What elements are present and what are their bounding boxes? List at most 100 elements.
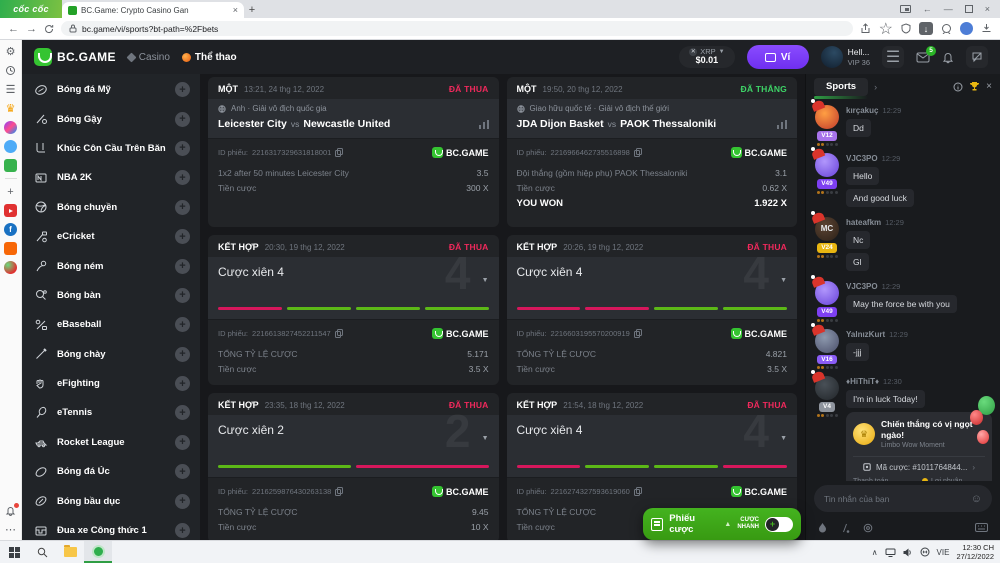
taskbar-search-icon[interactable] [28,541,56,563]
file-explorer-icon[interactable] [56,541,84,563]
sidebar-item[interactable]: eCricket + [34,222,190,251]
tab-close-icon[interactable]: × [233,5,238,15]
sidebar-item[interactable]: Bóng bầu dục + [34,486,190,515]
forward-button[interactable]: → [26,23,37,35]
restore-arrow-icon[interactable]: ← [923,4,932,14]
crown-icon[interactable]: ♛ [4,102,17,115]
expand-plus-icon[interactable]: + [175,464,190,479]
bcgame-logo[interactable]: BC.GAME [34,48,116,66]
language-indicator[interactable]: VIE [937,548,950,557]
quick-bet-toggle[interactable]: + [765,517,793,532]
volume-icon[interactable] [903,548,913,557]
expand-plus-icon[interactable]: + [175,494,190,509]
avatar[interactable] [815,329,839,353]
network-icon[interactable] [885,548,896,557]
game-center-icon[interactable] [4,159,17,172]
copy-icon[interactable] [634,329,642,338]
chevron-right-icon[interactable]: › [874,82,877,92]
combo-header[interactable]: Cược xiên 4 4 ▼ [507,257,798,303]
bet-code-link[interactable]: Mã cược: #1011764844... › [853,456,985,472]
history-icon[interactable] [4,64,17,77]
chat-username[interactable]: ♦HiThiT♦12:30 [846,377,992,386]
mail-button[interactable]: 5 [916,52,930,63]
browser-tab[interactable]: BC.Game: Crypto Casino Gan × [62,2,244,18]
info-icon[interactable] [953,82,963,92]
sidebar-item[interactable]: eTennis + [34,398,190,427]
expand-plus-icon[interactable]: + [175,259,190,274]
chat-channel-tab[interactable]: Sports [814,78,868,96]
chat-username[interactable]: hateafkm12:29 [846,218,992,227]
expand-plus-icon[interactable]: + [175,405,190,420]
betslip-fab[interactable]: Phiếu cược ▲ CƯỢC NHANH + [643,508,801,540]
sidebar-item[interactable]: Bóng chày + [34,340,190,369]
chevron-down-icon[interactable]: ▼ [482,277,489,284]
copy-icon[interactable] [335,329,343,338]
expand-plus-icon[interactable]: + [175,82,190,97]
coin-drop-icon[interactable] [863,523,873,533]
chat-username[interactable]: VJC3PO12:29 [846,154,992,163]
chat-username[interactable]: YalnızKurt12:29 [846,330,992,339]
chat-toggle-button[interactable] [966,46,988,68]
reload-button[interactable] [44,24,54,34]
sidebar-item[interactable]: Bóng đá Úc + [34,457,190,486]
expand-plus-icon[interactable]: + [175,317,190,332]
avatar[interactable] [815,281,839,305]
emoji-icon[interactable]: ☺ [971,493,982,505]
stats-icon[interactable] [479,120,489,129]
expand-plus-icon[interactable]: + [175,523,190,538]
teamviewer-icon[interactable] [920,547,930,557]
chevron-down-icon[interactable]: ▼ [780,277,787,284]
user-profile[interactable]: Hell... VIP 36 [821,46,870,68]
extension-icon[interactable] [941,23,952,34]
messenger-icon[interactable] [4,121,17,134]
downloads-tray-icon[interactable] [981,23,992,34]
back-button[interactable]: ← [8,23,19,35]
quick-menu-button[interactable]: ☰ [882,46,904,68]
sidebar-item[interactable]: Rocket League + [34,428,190,457]
sidebar-item[interactable]: Bóng đá Mỹ + [34,75,190,104]
shopee-icon[interactable] [4,242,17,255]
sidebar-item[interactable]: Bóng ném + [34,251,190,280]
close-window-button[interactable]: × [985,4,990,14]
combo-header[interactable]: Cược xiên 4 4 ▼ [507,415,798,461]
keyboard-gif-icon[interactable] [975,523,988,532]
pinned-site-icon[interactable] [4,261,17,274]
share-icon[interactable] [860,23,871,34]
coccoc-taskbar-icon[interactable] [84,541,112,563]
sidebar-item[interactable]: NBA 2K + [34,163,190,192]
sidebar-item[interactable]: Bóng Gậy + [34,104,190,133]
currency-selector[interactable]: ✕XRP▼ $0.01 [679,46,734,68]
reading-list-icon[interactable]: ☰ [4,83,17,96]
settings-gear-icon[interactable]: ⚙ [4,45,17,58]
notifications-bell-icon[interactable] [4,504,17,517]
wallet-button[interactable]: Ví [747,45,809,69]
combo-header[interactable]: Cược xiên 2 2 ▼ [208,415,499,461]
expand-plus-icon[interactable]: + [175,288,190,303]
rain-tip-icon[interactable] [818,522,827,533]
slash-command-icon[interactable] [840,523,850,533]
shared-win-card[interactable]: ♛ Chiến thắng có vị ngọt ngào! Limbo Wow… [846,412,992,481]
avatar[interactable] [815,376,839,400]
youtube-icon[interactable] [4,204,17,217]
expand-plus-icon[interactable]: + [175,112,190,127]
copy-icon[interactable] [335,487,343,496]
avatar[interactable] [815,153,839,177]
pip-icon[interactable] [900,5,911,13]
nav-item-casino[interactable]: Casino [128,52,170,63]
sidebar-item[interactable]: Đua xe Công thức 1 + [34,516,190,540]
tray-expand-icon[interactable]: ∧ [872,548,878,557]
url-bar[interactable]: bc.game/vi/sports?bt-path=%2Fbets [61,21,853,36]
copy-icon[interactable] [634,148,642,157]
sidebar-item[interactable]: eFighting + [34,369,190,398]
add-app-icon[interactable]: + [4,185,17,198]
sidebar-item[interactable]: Khúc Côn Cầu Trên Băng + [34,134,190,163]
avatar[interactable]: MC [815,217,839,241]
chat-username[interactable]: kırçakuç12:29 [846,106,992,115]
trophy-icon[interactable] [969,81,980,92]
chat-input[interactable]: ☺ [814,485,992,512]
expand-plus-icon[interactable]: + [175,170,190,185]
expand-plus-icon[interactable]: + [175,141,190,156]
avatar[interactable] [815,105,839,129]
maximize-button[interactable] [965,5,973,13]
expand-plus-icon[interactable]: + [175,200,190,215]
